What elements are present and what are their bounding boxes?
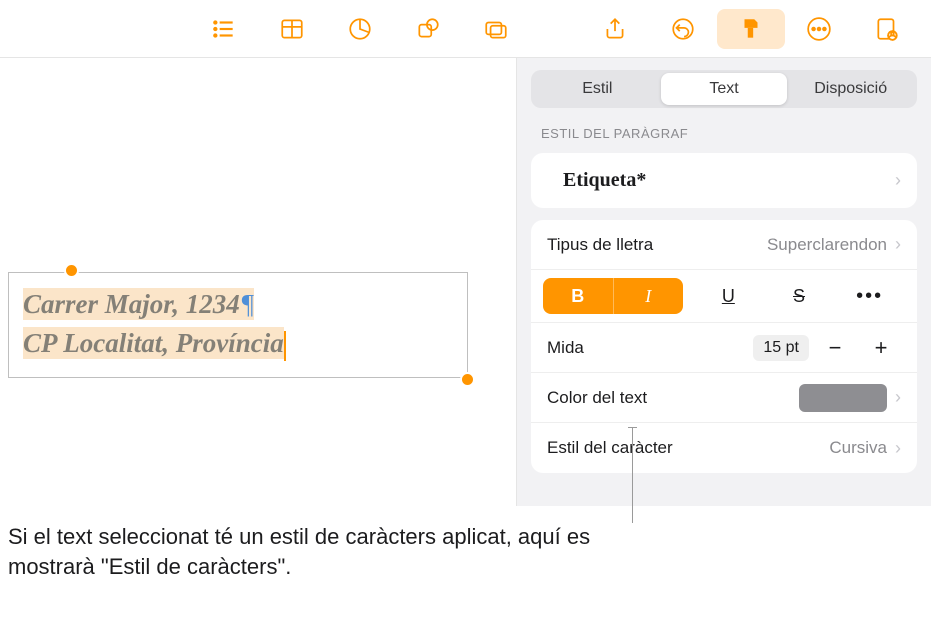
bold-button[interactable]: B xyxy=(543,278,614,314)
collab-icon[interactable] xyxy=(853,9,921,49)
text-cursor xyxy=(284,331,286,361)
size-value[interactable]: 15 pt xyxy=(753,335,809,361)
caption-text: Si el text seleccionat té un estil de ca… xyxy=(8,522,648,581)
size-stepper: − + xyxy=(815,331,901,365)
font-card: Tipus de lletra Superclarendon › B I U S… xyxy=(531,220,917,473)
chevron-right-icon: › xyxy=(895,170,901,191)
paragraph-style-card: Etiqueta* › xyxy=(531,153,917,208)
format-inspector: Estil Text Disposició ESTIL DEL PARÀGRAF… xyxy=(517,58,931,506)
italic-button[interactable]: I xyxy=(614,278,684,314)
more-icon[interactable] xyxy=(785,9,853,49)
toolbar-left xyxy=(190,9,530,49)
selection-handle-end[interactable] xyxy=(460,372,475,387)
toolbar xyxy=(0,0,931,58)
tab-text[interactable]: Text xyxy=(661,73,788,105)
paragraph-section-label: ESTIL DEL PARÀGRAF xyxy=(531,120,917,141)
chevron-right-icon: › xyxy=(895,234,901,255)
format-icon[interactable] xyxy=(717,9,785,49)
color-label: Color del text xyxy=(547,388,799,408)
character-style-row[interactable]: Estil del caràcter Cursiva › xyxy=(531,423,917,473)
paragraph-style-name: Etiqueta* xyxy=(547,153,887,208)
chevron-right-icon: › xyxy=(895,438,901,459)
selection-handle-start[interactable] xyxy=(64,263,79,278)
table-icon[interactable] xyxy=(258,9,326,49)
text-line-2: CP Localitat, Província xyxy=(23,324,453,363)
character-style-label: Estil del caràcter xyxy=(547,438,829,458)
font-row[interactable]: Tipus de lletra Superclarendon › xyxy=(531,220,917,270)
bold-italic-toggle: B I xyxy=(543,278,683,314)
size-decrease-button[interactable]: − xyxy=(815,331,855,365)
text-style-row: B I U S ••• xyxy=(531,270,917,323)
media-icon[interactable] xyxy=(462,9,530,49)
list-icon[interactable] xyxy=(190,9,258,49)
size-increase-button[interactable]: + xyxy=(861,331,901,365)
callout-line xyxy=(632,427,633,523)
undo-icon[interactable] xyxy=(649,9,717,49)
shape-icon[interactable] xyxy=(394,9,462,49)
size-row: Mida 15 pt − + xyxy=(531,323,917,373)
selected-textbox[interactable]: Carrer Major, 1234¶ CP Localitat, Provín… xyxy=(8,272,468,378)
document-canvas[interactable]: Carrer Major, 1234¶ CP Localitat, Provín… xyxy=(0,58,517,506)
main-area: Carrer Major, 1234¶ CP Localitat, Provín… xyxy=(0,58,931,506)
pilcrow-icon: ¶ xyxy=(242,289,254,319)
color-row[interactable]: Color del text › xyxy=(531,373,917,423)
more-styles-button[interactable]: ••• xyxy=(834,278,905,314)
strikethrough-button[interactable]: S xyxy=(764,278,835,314)
character-style-value: Cursiva xyxy=(829,438,887,458)
chart-icon[interactable] xyxy=(326,9,394,49)
size-label: Mida xyxy=(547,338,753,358)
font-value: Superclarendon xyxy=(767,235,887,255)
color-swatch[interactable] xyxy=(799,384,887,412)
share-icon[interactable] xyxy=(581,9,649,49)
font-label: Tipus de lletra xyxy=(547,235,767,255)
inspector-tabs: Estil Text Disposició xyxy=(531,70,917,108)
chevron-right-icon: › xyxy=(895,387,901,408)
toolbar-right xyxy=(581,9,921,49)
tab-style[interactable]: Estil xyxy=(534,73,661,105)
paragraph-style-row[interactable]: Etiqueta* › xyxy=(531,153,917,208)
underline-button[interactable]: U xyxy=(693,278,764,314)
tab-layout[interactable]: Disposició xyxy=(787,73,914,105)
text-line-1: Carrer Major, 1234¶ xyxy=(23,285,453,324)
